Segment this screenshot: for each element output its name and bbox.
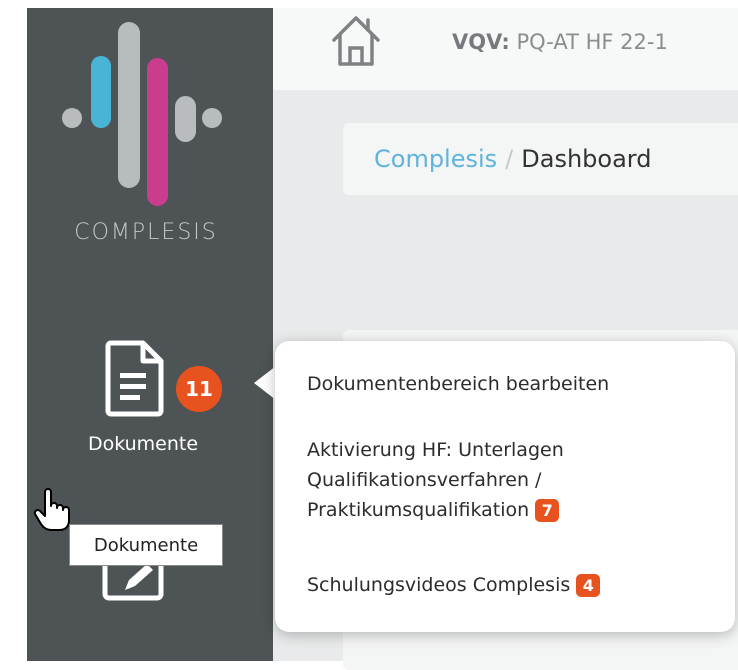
popover-arrow <box>254 366 276 400</box>
document-icon <box>105 340 164 417</box>
project-prefix: VQV: <box>452 30 510 54</box>
menu-item-training-videos[interactable]: Schulungsvideos Complesis 4 <box>307 570 717 600</box>
sidebar-item-label: Dokumente <box>87 433 199 455</box>
project-title: VQV: PQ-AT HF 22-1 <box>452 30 668 54</box>
hand-cursor-icon <box>33 488 70 531</box>
breadcrumb-separator: / <box>505 145 514 173</box>
menu-item-count-badge: 7 <box>535 499 560 522</box>
menu-item-edit-documents-area[interactable]: Dokumentenbereich bearbeiten <box>307 369 717 399</box>
menu-item-label: Dokumentenbereich bearbeiten <box>307 373 610 395</box>
menu-item-label: Schulungsvideos Complesis <box>307 574 571 596</box>
documents-count-badge: 11 <box>173 363 225 415</box>
brand-name: COMPLESIS <box>74 220 218 245</box>
breadcrumb-current: Dashboard <box>521 145 652 173</box>
menu-item-activation-hf[interactable]: Aktivierung HF: Unterlagen Qualifikation… <box>307 435 717 525</box>
menu-item-count-badge: 4 <box>576 574 601 597</box>
home-icon[interactable] <box>328 12 384 70</box>
complesis-logo[interactable]: COMPLESIS <box>27 8 273 268</box>
breadcrumb: Complesis / Dashboard <box>343 123 738 195</box>
breadcrumb-link-root[interactable]: Complesis <box>374 145 497 173</box>
top-bar: VQV: PQ-AT HF 22-1 <box>273 8 738 90</box>
menu-item-label-line1: Aktivierung HF: Unterlagen <box>307 439 564 461</box>
menu-item-label-line3: Praktikumsqualifikation <box>307 499 530 521</box>
documents-popover-menu: Dokumentenbereich bearbeiten Aktivierung… <box>275 341 735 632</box>
menu-item-label-line2: Qualifikationsverfahren / <box>307 469 542 491</box>
tooltip: Dokumente <box>69 524 223 566</box>
logo-mark-icon <box>62 22 222 206</box>
sidebar-item-documents[interactable]: 11 Dokumente <box>27 333 273 455</box>
project-name: PQ-AT HF 22-1 <box>516 30 668 54</box>
